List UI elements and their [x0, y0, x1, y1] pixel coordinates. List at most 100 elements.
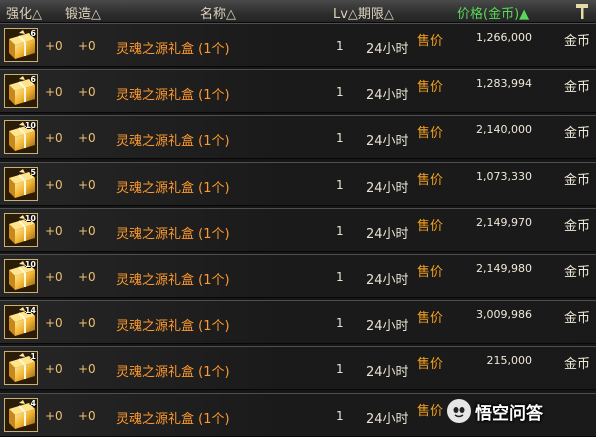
period-value: 24小时: [366, 180, 409, 196]
enhance-value: +0: [45, 131, 63, 146]
item-name[interactable]: 灵魂之源礼盒 (1个): [116, 130, 230, 149]
sell-price-label: 售价: [417, 80, 444, 96]
price-value: 2,149,980: [476, 262, 532, 275]
period-value: 24小时: [366, 273, 409, 288]
level-value: 1: [336, 362, 344, 377]
sell-price-label: 售价: [417, 265, 444, 280]
price-value: 1,266,000: [476, 31, 532, 44]
sell-price-label: 售价: [417, 403, 444, 419]
forge-value: +0: [78, 223, 96, 238]
item-name[interactable]: 灵魂之源礼盒 (1个): [116, 315, 230, 334]
item-row[interactable]: 10 +0 +0 灵魂之源礼盒 (1个) 1 24小时 售价 2,140,000…: [0, 115, 596, 160]
forge-value: +0: [78, 362, 96, 377]
enhance-value: +0: [45, 85, 63, 100]
item-row[interactable]: 1 +0 +0 灵魂之源礼盒 (1个) 1 24小时 售价 215,000 金币: [0, 346, 596, 391]
level-value: 1: [336, 316, 344, 331]
stack-count: 5: [30, 167, 36, 177]
gift-box-icon[interactable]: 10: [4, 212, 38, 247]
wukong-logo-icon: [447, 399, 471, 423]
sort-enhance-header[interactable]: 强化△: [6, 3, 42, 22]
item-row[interactable]: 5 +0 +0 灵魂之源礼盒 (1个) 1 24小时 售价 1,073,330 …: [0, 161, 596, 206]
enhance-value: +0: [45, 270, 63, 284]
currency-label: 金币: [564, 34, 591, 49]
watermark-text: 悟空问答: [475, 403, 543, 424]
forge-value: +0: [78, 270, 96, 284]
period-value: 24小时: [366, 411, 409, 427]
currency-label: 金币: [564, 357, 591, 373]
stack-count: 6: [30, 75, 36, 85]
price-value: 2,149,970: [476, 215, 532, 229]
period-value: 24小时: [366, 319, 409, 335]
currency-label: 金币: [564, 172, 591, 188]
item-name[interactable]: 灵魂之源礼盒 (1个): [116, 408, 230, 427]
gift-box-icon[interactable]: 4: [4, 397, 38, 432]
level-value: 1: [336, 408, 344, 423]
sell-price-label: 售价: [417, 311, 444, 327]
gift-box-icon[interactable]: 6: [4, 74, 38, 109]
period-value: 24小时: [366, 226, 409, 242]
sort-name-header[interactable]: 名称△: [200, 3, 236, 22]
price-value: 1,283,994: [476, 77, 532, 91]
sell-price-label: 售价: [417, 126, 444, 142]
period-value: 24小时: [366, 88, 409, 104]
sort-price-header[interactable]: 价格(金币)▲: [457, 3, 529, 22]
stack-count: 10: [24, 121, 36, 131]
gift-box-icon[interactable]: 6: [4, 28, 38, 62]
currency-label: 金币: [564, 218, 591, 234]
item-row[interactable]: 6 +0 +0 灵魂之源礼盒 (1个) 1 24小时 售价 1,266,000 …: [0, 23, 596, 67]
sell-price-label: 售价: [417, 172, 444, 188]
gift-box-icon[interactable]: 14: [4, 305, 38, 340]
forge-value: +0: [78, 85, 96, 100]
level-value: 1: [336, 39, 344, 53]
price-value: 1,073,330: [476, 169, 532, 183]
enhance-value: +0: [45, 362, 63, 377]
enhance-value: +0: [45, 177, 63, 192]
item-row[interactable]: 10 +0 +0 灵魂之源礼盒 (1个) 1 24小时 售价 2,149,980…: [0, 254, 596, 298]
sell-price-label: 售价: [417, 34, 444, 49]
item-name[interactable]: 灵魂之源礼盒 (1个): [116, 84, 230, 103]
gift-box-icon[interactable]: 10: [4, 120, 38, 155]
item-row[interactable]: 14 +0 +0 灵魂之源礼盒 (1个) 1 24小时 售价 3,009,986…: [0, 300, 596, 345]
forge-value: +0: [78, 131, 96, 146]
price-value: 215,000: [486, 354, 533, 368]
stack-count: 4: [30, 398, 36, 408]
forge-value: +0: [78, 316, 96, 331]
stack-count: 10: [24, 260, 36, 269]
forge-value: +0: [78, 177, 96, 192]
level-value: 1: [336, 270, 344, 284]
enhance-value: +0: [45, 408, 63, 423]
level-value: 1: [336, 131, 344, 146]
stack-count: 6: [30, 29, 36, 38]
level-value: 1: [336, 177, 344, 192]
sell-price-label: 售价: [417, 357, 444, 373]
forge-value: +0: [78, 408, 96, 423]
period-value: 24小时: [366, 134, 409, 150]
price-value: 2,140,000: [476, 123, 532, 137]
currency-label: 金币: [564, 126, 591, 142]
price-value: 3,009,986: [476, 308, 532, 322]
sort-forge-header[interactable]: 锻造△: [65, 3, 101, 22]
sell-price-label: 售价: [417, 218, 444, 234]
item-row[interactable]: 10 +0 +0 灵魂之源礼盒 (1个) 1 24小时 售价 2,149,970…: [0, 207, 596, 252]
item-name[interactable]: 灵魂之源礼盒 (1个): [116, 361, 230, 380]
sort-lv-period-header[interactable]: Lv△期限△: [333, 3, 394, 22]
watermark: 悟空问答: [447, 397, 543, 425]
item-row[interactable]: 6 +0 +0 灵魂之源礼盒 (1个) 1 24小时 售价 1,283,994 …: [0, 69, 596, 114]
gift-box-icon[interactable]: 10: [4, 259, 38, 293]
hammer-icon[interactable]: [576, 3, 588, 19]
enhance-value: +0: [45, 39, 63, 53]
stack-count: 14: [24, 306, 36, 316]
item-name[interactable]: 灵魂之源礼盒 (1个): [116, 223, 230, 242]
item-name[interactable]: 灵魂之源礼盒 (1个): [116, 269, 230, 288]
gift-box-icon[interactable]: 5: [4, 166, 38, 201]
column-header-bar: 强化△ 锻造△ 名称△ Lv△期限△ 价格(金币)▲: [0, 0, 596, 23]
item-name[interactable]: 灵魂之源礼盒 (1个): [116, 38, 230, 57]
stack-count: 10: [24, 213, 36, 223]
period-value: 24小时: [366, 365, 409, 381]
currency-label: 金币: [564, 265, 591, 280]
item-name[interactable]: 灵魂之源礼盒 (1个): [116, 177, 230, 196]
enhance-value: +0: [45, 316, 63, 331]
enhance-value: +0: [45, 223, 63, 238]
gift-box-icon[interactable]: 1: [4, 351, 38, 386]
level-value: 1: [336, 223, 344, 238]
